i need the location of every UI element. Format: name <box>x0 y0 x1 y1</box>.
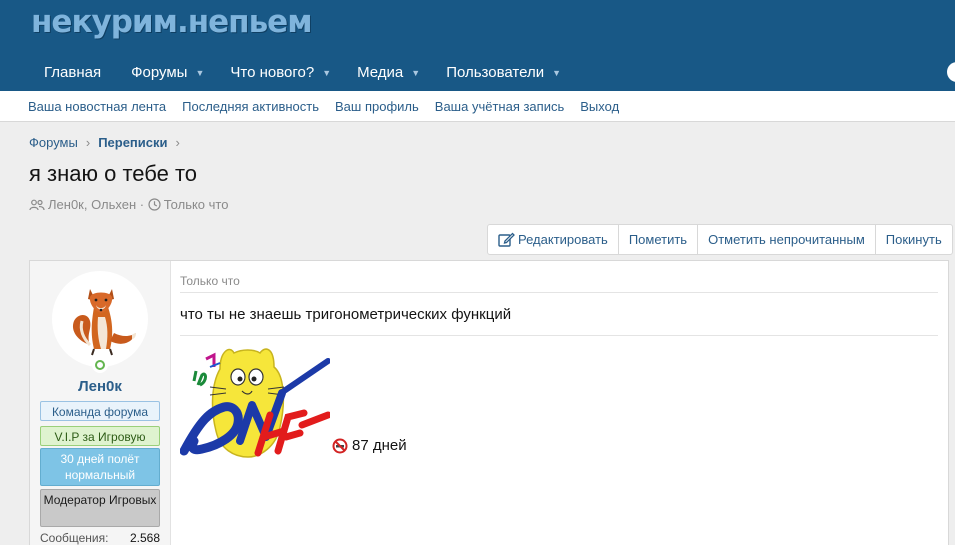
site-header: некурим.непьем Главная Форумы ▼ Что новог… <box>0 0 955 91</box>
chevron-down-icon[interactable]: ▼ <box>322 68 331 78</box>
meta-separator: · <box>136 197 148 212</box>
subnav-profile[interactable]: Ваш профиль <box>335 99 419 114</box>
online-status-icon <box>92 357 108 373</box>
breadcrumb-forums[interactable]: Форумы <box>29 135 78 150</box>
nav-media[interactable]: Медиа ▼ <box>344 54 433 91</box>
nav-home[interactable]: Главная <box>0 54 118 91</box>
fox-avatar-icon <box>72 289 136 356</box>
nav-label: Что нового? <box>230 64 315 81</box>
subnav-news-feed[interactable]: Ваша новостная лента <box>28 99 166 114</box>
chevron-down-icon[interactable]: ▼ <box>411 68 420 78</box>
site-logo[interactable]: некурим.непьем <box>31 4 313 40</box>
user-stat-messages: Сообщения: 2.568 <box>40 531 160 545</box>
no-smoking-icon <box>332 438 348 453</box>
nav-members[interactable]: Пользователи ▼ <box>433 54 574 91</box>
subnav-latest-activity[interactable]: Последняя активность <box>182 99 319 114</box>
clock-icon <box>148 198 161 211</box>
leave-label: Покинуть <box>885 232 942 247</box>
chevron-right-icon: › <box>85 135 91 150</box>
mark-unread-label: Отметить непрочитанным <box>708 232 865 247</box>
divider <box>180 292 938 293</box>
conversation-time: Только что <box>163 197 229 212</box>
nav-label: Форумы <box>131 64 188 81</box>
users-icon <box>29 199 45 210</box>
message-time[interactable]: Только что <box>180 274 240 288</box>
breadcrumb-conversations[interactable]: Переписки <box>98 135 167 150</box>
sub-nav: Ваша новостная лента Последняя активност… <box>0 91 955 122</box>
edit-button[interactable]: Редактировать <box>488 225 618 254</box>
edit-icon <box>498 232 515 247</box>
leave-button[interactable]: Покинуть <box>874 225 952 254</box>
badge-moderator: Модератор Игровых <box>40 489 160 527</box>
signature-days-counter: 87 дней <box>332 437 407 454</box>
page-title: я знаю о тебе то <box>29 161 198 186</box>
signature-divider <box>180 335 938 336</box>
nav-label: Пользователи <box>446 64 545 81</box>
badge-vip: V.I.P за Игровую <box>40 426 160 446</box>
nav-label: Медиа <box>357 64 404 81</box>
message-user-panel: Лен0к Команда форума V.I.P за Игровую 30… <box>30 261 171 545</box>
breadcrumb: Форумы › Переписки › <box>29 135 188 150</box>
message: Лен0к Команда форума V.I.P за Игровую 30… <box>29 260 949 545</box>
subnav-account[interactable]: Ваша учётная запись <box>435 99 564 114</box>
stat-label: Сообщения: <box>40 531 109 545</box>
message-body: что ты не знаешь тригонометрических функ… <box>180 306 512 323</box>
participants[interactable]: Лен0к, Ольхен <box>48 197 136 212</box>
conversation-meta: Лен0к, Ольхен · Только что <box>29 197 228 212</box>
nav-label: Главная <box>44 64 102 81</box>
main-nav: Главная Форумы ▼ Что нового? ▼ Медиа ▼ Поль… <box>0 54 574 91</box>
mark-button[interactable]: Пометить <box>617 225 697 254</box>
conversation-actions: Редактировать Пометить Отметить непрочит… <box>487 224 953 255</box>
mark-unread-button[interactable]: Отметить непрочитанным <box>697 225 875 254</box>
cat-signature-icon <box>179 348 332 458</box>
chevron-down-icon[interactable]: ▼ <box>195 68 204 78</box>
username[interactable]: Лен0к <box>30 378 170 395</box>
chevron-down-icon[interactable]: ▼ <box>552 68 561 78</box>
mark-label: Пометить <box>628 232 688 247</box>
badge-30-days: 30 дней полёт нормальный <box>40 448 160 486</box>
chevron-right-icon: › <box>175 135 180 150</box>
stat-value[interactable]: 2.568 <box>130 531 160 545</box>
signature-image <box>179 341 332 466</box>
nav-whats-new[interactable]: Что нового? ▼ <box>217 54 344 91</box>
avatar[interactable] <box>52 271 148 367</box>
days-count: 87 дней <box>352 437 407 454</box>
search-toggle[interactable] <box>947 62 955 82</box>
subnav-logout[interactable]: Выход <box>580 99 619 114</box>
nav-forums[interactable]: Форумы ▼ <box>118 54 217 91</box>
badge-forum-team: Команда форума <box>40 401 160 421</box>
edit-label: Редактировать <box>518 232 608 247</box>
